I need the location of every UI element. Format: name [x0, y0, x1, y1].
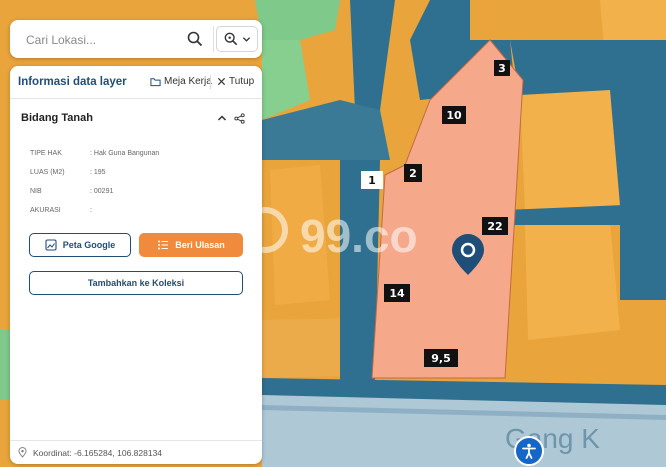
workspace-button[interactable]: Meja Kerja [150, 76, 212, 87]
watermark-text: 99.co [300, 210, 418, 262]
google-maps-label: Peta Google [62, 240, 116, 250]
green-area [0, 330, 10, 400]
field-value: : 195 [90, 169, 106, 176]
panel-header: Informasi data layer Meja Kerja Tutup [10, 66, 262, 99]
collapse-button[interactable] [215, 111, 229, 125]
coordinates-text: Koordinat: -6.165284, 106.828134 [33, 447, 163, 458]
share-icon [233, 112, 245, 124]
field-key: NIB [30, 188, 42, 195]
search-button[interactable] [184, 28, 206, 50]
field-key: AKURASI [30, 207, 61, 214]
add-to-collection-button[interactable]: Tambahkan ke Koleksi [29, 271, 243, 295]
close-button[interactable]: Tutup [217, 76, 254, 87]
folder-icon [150, 77, 161, 86]
road [510, 40, 666, 95]
search-icon [187, 31, 203, 47]
close-icon [217, 77, 226, 86]
field-row: AKURASI: [30, 207, 92, 214]
location-pin-icon [18, 447, 27, 458]
workspace-label: Meja Kerja [164, 76, 212, 87]
section-title: Bidang Tanah [21, 112, 93, 124]
map-label: 3 [494, 60, 510, 76]
info-panel: Informasi data layer Meja Kerja Tutup Bi… [10, 66, 262, 464]
field-key: LUAS (M2) [30, 169, 65, 176]
add-to-collection-label: Tambahkan ke Koleksi [87, 278, 185, 288]
field-value: : Hak Guna Bangunan [90, 150, 160, 157]
field-row: TIPE HAK : Hak Guna Bangunan [30, 150, 159, 157]
coordinates-bar: Koordinat: -6.165284, 106.828134 [10, 440, 262, 464]
field-value: : 00291 [90, 188, 114, 195]
chevron-down-icon [242, 36, 250, 42]
map-label: 9,5 [424, 349, 458, 367]
map-label: 14 [384, 284, 410, 302]
review-button[interactable]: Beri Ulasan [139, 233, 243, 257]
search-bar [10, 20, 262, 58]
panel-title: Informasi data layer [18, 76, 127, 88]
map-label: 10 [442, 106, 466, 124]
divider [213, 26, 214, 52]
zoom-search-icon [224, 32, 237, 46]
chevron-up-icon [217, 115, 227, 121]
search-input[interactable] [18, 26, 198, 54]
map-label: 1 [361, 171, 383, 189]
field-row: NIB : 00291 [30, 188, 113, 195]
share-button[interactable] [232, 111, 246, 125]
google-maps-button[interactable]: Peta Google [29, 233, 131, 257]
field-row: LUAS (M2) : 195 [30, 169, 106, 176]
field-key: TIPE HAK [30, 150, 62, 157]
accessibility-icon [522, 443, 536, 459]
list-icon [158, 240, 169, 250]
map-label: 22 [482, 217, 508, 235]
map-label: 2 [404, 164, 422, 182]
search-mode-dropdown[interactable] [216, 26, 258, 52]
street [262, 395, 666, 467]
accessibility-button[interactable] [514, 436, 544, 466]
close-label: Tutup [229, 76, 255, 87]
divider [210, 75, 211, 89]
field-value: : [90, 207, 92, 214]
review-label: Beri Ulasan [175, 240, 225, 250]
map-icon [45, 239, 57, 251]
